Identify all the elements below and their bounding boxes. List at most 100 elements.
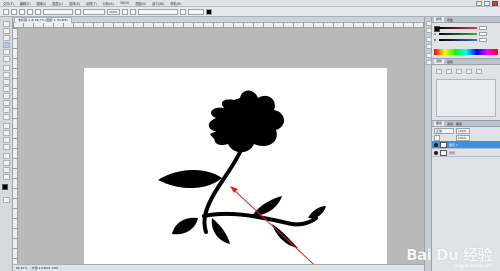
tab-layers[interactable]: 图层 (434, 121, 445, 126)
lock-icon[interactable] (434, 134, 440, 141)
adjust-panel-header: 调整 蒙版 (432, 59, 500, 65)
green-value-field[interactable] (479, 32, 487, 36)
eraser-tool-icon[interactable] (3, 93, 10, 99)
menu-select[interactable]: 选择(S) (69, 1, 80, 6)
maximize-button[interactable] (484, 1, 490, 6)
path-selection-tool-icon[interactable] (3, 137, 10, 143)
green-slider[interactable] (439, 33, 477, 35)
gradient-tool-icon[interactable] (3, 100, 10, 106)
intersect-selection-icon[interactable] (35, 8, 41, 15)
branch-leaf-1 (252, 196, 282, 216)
eye-icon[interactable] (434, 142, 438, 147)
opacity-field[interactable]: 100% (456, 127, 470, 134)
curves-icon[interactable] (456, 69, 462, 74)
menu-bar: 文件(F) 编辑(E) 图像(I) 图层(L) 选择(S) 滤镜(T) 分析(A… (0, 0, 500, 7)
red-channel-label: R (434, 26, 437, 30)
zoom-level[interactable]: 100% (107, 8, 120, 15)
marquee-tool-icon[interactable] (3, 28, 10, 34)
brush-size-icon[interactable] (179, 8, 186, 15)
menu-file[interactable]: 文件(F) (3, 1, 14, 6)
menu-window[interactable]: 窗口(W) (152, 1, 164, 6)
move-tool-icon[interactable] (3, 21, 10, 27)
menu-edit[interactable]: 编辑(E) (20, 1, 31, 6)
minimize-button[interactable] (476, 1, 482, 6)
levels-icon[interactable] (446, 69, 452, 74)
blue-slider[interactable] (439, 39, 477, 41)
menu-filter[interactable]: 滤镜(T) (86, 1, 97, 6)
status-bar: 66.67% 文档:1.03M/1.37M (13, 264, 424, 271)
shape-tool-icon[interactable] (3, 144, 10, 150)
zoom-tool-icon[interactable] (3, 174, 10, 180)
contiguous-checkbox[interactable] (83, 8, 105, 15)
flower-silhouette (158, 90, 326, 271)
anti-alias-checkbox[interactable] (75, 8, 81, 15)
layer-name: 图层 1 (449, 142, 458, 147)
menu-layer[interactable]: 图层(L) (52, 1, 63, 6)
new-selection-icon[interactable] (11, 8, 17, 15)
red-value-field[interactable] (479, 26, 487, 30)
menu-image[interactable]: 图像(I) (37, 1, 47, 6)
exposure-icon[interactable] (466, 69, 472, 74)
menu-help[interactable]: 帮助(H) (170, 1, 181, 6)
add-selection-icon[interactable] (19, 8, 25, 15)
view-extras-icon[interactable] (121, 8, 128, 15)
eyedropper-tool-icon[interactable] (3, 56, 10, 62)
color-ramp[interactable] (434, 49, 498, 55)
quick-mask-icon[interactable] (3, 197, 10, 203)
hand-tool-icon[interactable] (3, 167, 10, 173)
tab-paths[interactable]: 路径 (456, 122, 462, 126)
type-tool-icon[interactable] (3, 130, 10, 136)
magic-wand-tool-icon[interactable] (3, 42, 10, 48)
options-bar: 100% (0, 7, 500, 17)
tolerance-field[interactable] (43, 8, 73, 15)
3d-rotate-tool-icon[interactable] (3, 153, 10, 159)
3d-orbit-tool-icon[interactable] (3, 160, 10, 166)
layer-row-1[interactable]: 图层 1 (432, 141, 500, 149)
collapsed-panel-strip (424, 17, 432, 271)
tab-channels[interactable]: 通道 (447, 122, 453, 126)
clone-stamp-tool-icon[interactable] (3, 79, 10, 85)
color-panel-header: 颜色 色板 (432, 17, 500, 23)
dodge-tool-icon[interactable] (3, 114, 10, 120)
green-channel-label: G (434, 32, 437, 36)
blend-mode-select[interactable]: 正常 (434, 127, 454, 134)
document-canvas[interactable] (84, 68, 387, 271)
layer-thumbnail (440, 149, 447, 156)
blur-tool-icon[interactable] (3, 107, 10, 113)
tab-swatches[interactable]: 色板 (447, 18, 453, 22)
arrange-icon[interactable] (129, 8, 136, 15)
fill-field[interactable]: 100% (456, 134, 470, 141)
tool-panel (0, 17, 13, 271)
watermark-logo: Bai Du 经验 (406, 246, 492, 264)
refine-edge-button[interactable] (137, 8, 178, 15)
brush-tool-icon[interactable] (3, 72, 10, 78)
pen-tool-icon[interactable] (3, 123, 10, 129)
menu-analysis[interactable]: 分析(A) (103, 1, 114, 6)
color-swatch-button[interactable] (205, 8, 212, 15)
menu-3d[interactable]: 3D(D) (120, 1, 129, 5)
lasso-tool-icon[interactable] (3, 35, 10, 41)
baidu-watermark: Bai Du 经验 jingyan.baidu.com (406, 244, 492, 268)
tool-preset-button[interactable] (3, 8, 9, 15)
tab-masks[interactable]: 蒙版 (447, 60, 453, 64)
crop-tool-icon[interactable] (3, 49, 10, 55)
subtract-selection-icon[interactable] (27, 8, 33, 15)
red-slider[interactable] (439, 27, 477, 29)
blue-value-field[interactable] (479, 38, 487, 42)
vibrance-icon[interactable] (476, 69, 482, 74)
tab-adjustments[interactable]: 调整 (434, 59, 445, 64)
tab-color[interactable]: 颜色 (434, 17, 445, 22)
mode-select[interactable] (187, 8, 204, 15)
workspace (18, 28, 424, 271)
healing-brush-tool-icon[interactable] (3, 65, 10, 71)
foreground-color-swatch[interactable] (2, 184, 8, 190)
brightness-icon[interactable] (436, 69, 442, 74)
close-button[interactable] (492, 1, 498, 6)
history-brush-tool-icon[interactable] (3, 86, 10, 92)
eye-icon[interactable] (434, 150, 438, 155)
layer-row-background[interactable]: 背景 (432, 149, 500, 157)
status-zoom[interactable]: 66.67% (16, 266, 27, 270)
lower-left-leaf (172, 217, 198, 235)
adjustment-presets-list[interactable] (436, 79, 496, 117)
menu-view[interactable]: 视图(V) (135, 1, 146, 6)
